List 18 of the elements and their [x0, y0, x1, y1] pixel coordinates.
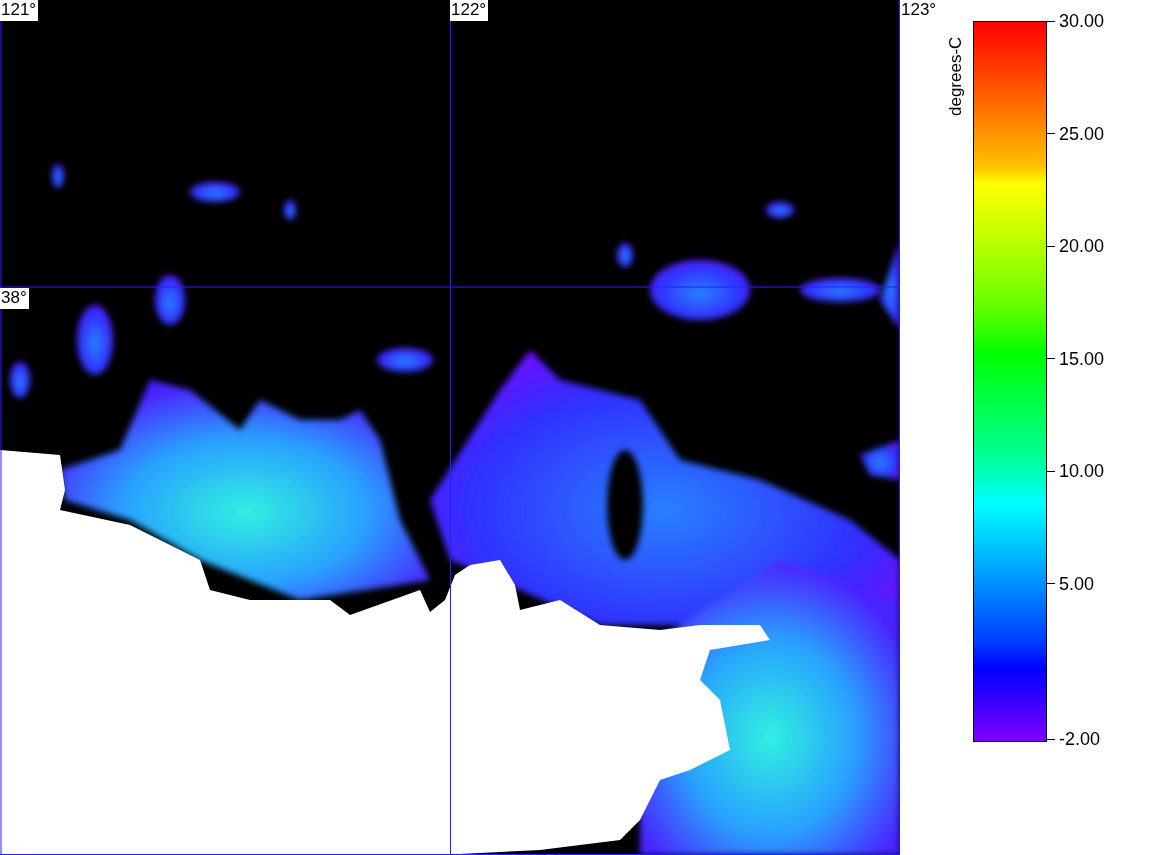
longitude-label: 122°: [450, 0, 489, 21]
tick-label: 10.00: [1059, 461, 1105, 481]
tick-label: 25.00: [1059, 123, 1105, 144]
colorbar-title: degrees-C: [946, 36, 966, 116]
tick-mark: [1046, 358, 1055, 359]
tick-mark: [1046, 583, 1055, 584]
tick-mark: [1046, 133, 1055, 134]
tick-mark: [1046, 245, 1055, 247]
tick-mark: [1046, 470, 1055, 472]
tick-label: -2.00: [1059, 729, 1101, 749]
tick-label: 30.00: [1059, 11, 1105, 31]
latitude-label: 38°: [0, 288, 29, 309]
tick-label: 5.00: [1059, 573, 1095, 594]
longitude-label: 121°: [0, 0, 39, 21]
tick-mark: [1046, 738, 1055, 740]
tick-mark: [1046, 20, 1055, 22]
tick-label: 20.00: [1059, 236, 1105, 256]
tick-label: 15.00: [1059, 348, 1105, 369]
